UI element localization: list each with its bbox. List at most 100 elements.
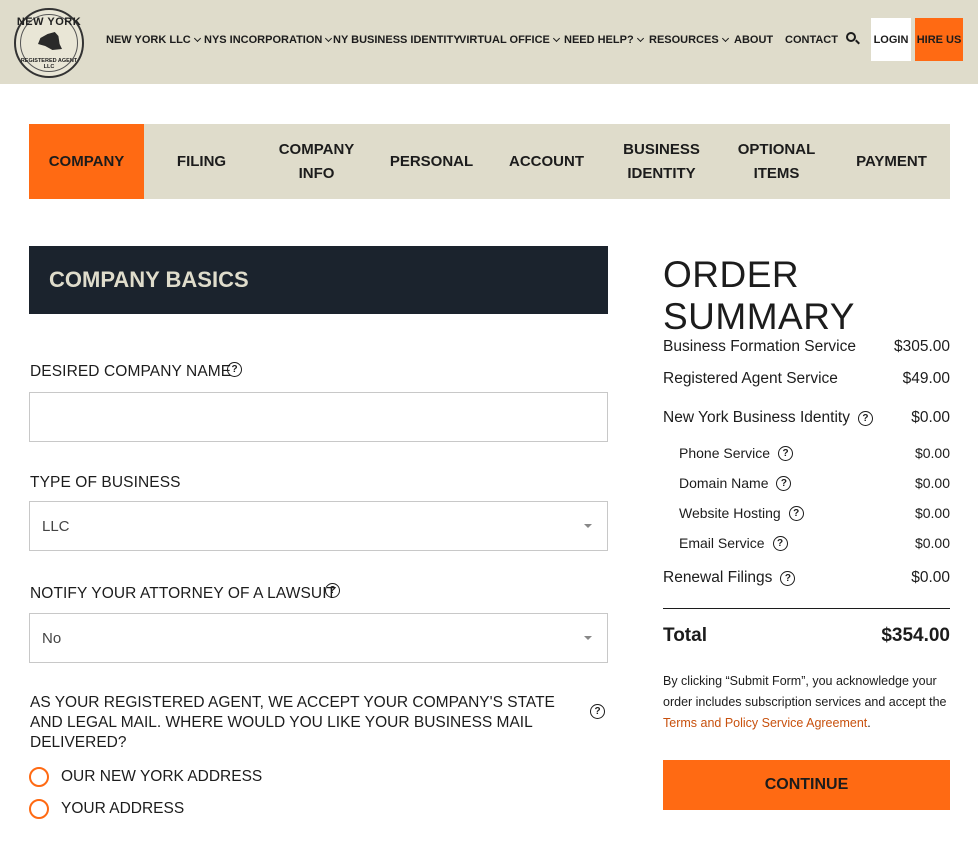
nav-label: NEED HELP? bbox=[564, 34, 634, 46]
chevron-down-icon bbox=[325, 34, 333, 43]
login-button[interactable]: LOGIN bbox=[871, 18, 911, 61]
summary-subrow: Email Service? $0.00 bbox=[679, 533, 950, 553]
summary-item-price: $0.00 bbox=[914, 535, 950, 551]
radio-button[interactable] bbox=[29, 767, 49, 787]
mail-delivery-question: AS YOUR REGISTERED AGENT, WE ACCEPT YOUR… bbox=[30, 694, 555, 751]
nav-resources[interactable]: RESOURCES bbox=[649, 33, 729, 47]
nav-label: ABOUT bbox=[734, 34, 774, 46]
chevron-down-icon bbox=[636, 34, 644, 43]
summary-item-name-wrap: Website Hosting? bbox=[679, 505, 804, 521]
site-header: NEW YORK REGISTERED AGENT LLC NEW YORK L… bbox=[0, 0, 978, 84]
summary-row: New York Business Identity? $0.00 bbox=[663, 408, 950, 428]
radio-label: YOUR ADDRESS bbox=[61, 800, 185, 817]
company-name-input[interactable] bbox=[29, 392, 608, 442]
summary-item-price: $49.00 bbox=[902, 370, 950, 387]
caret-down-icon bbox=[584, 524, 592, 528]
mail-option-your-address[interactable]: YOUR ADDRESS bbox=[29, 799, 184, 819]
nav-label: CONTACT bbox=[785, 34, 838, 46]
mail-option-ny-address[interactable]: OUR NEW YORK ADDRESS bbox=[29, 767, 262, 787]
nav-new-york-llc[interactable]: NEW YORK LLC bbox=[106, 33, 201, 47]
summary-row: Business Formation Service $305.00 bbox=[663, 337, 950, 357]
hire-us-button[interactable]: HIRE US bbox=[915, 18, 963, 61]
summary-item-name: Renewal Filings bbox=[663, 569, 773, 586]
nav-contact[interactable]: CONTACT bbox=[785, 33, 838, 47]
step-payment[interactable]: PAYMENT bbox=[834, 124, 949, 199]
question-circle-icon[interactable]: ? bbox=[780, 570, 796, 586]
summary-item-name: Email Service bbox=[679, 535, 765, 551]
nav-label: VIRTUAL OFFICE bbox=[459, 34, 550, 46]
business-type-select[interactable]: LLC bbox=[29, 501, 608, 551]
logo-text-bottom: REGISTERED AGENT LLC bbox=[20, 58, 78, 70]
step-business-identity[interactable]: BUSINESS IDENTITY bbox=[604, 124, 719, 199]
chevron-down-icon bbox=[193, 34, 201, 43]
nav-virtual-office[interactable]: VIRTUAL OFFICE bbox=[459, 33, 560, 47]
nav-label: NEW YORK LLC bbox=[106, 34, 191, 46]
summary-item-price: $0.00 bbox=[911, 409, 950, 426]
notify-attorney-select[interactable]: No bbox=[29, 613, 608, 663]
summary-item-name-wrap: Domain Name? bbox=[679, 475, 792, 491]
form-steps-bar: COMPANY FILING COMPANY INFO PERSONAL ACC… bbox=[29, 124, 950, 199]
section-header: COMPANY BASICS bbox=[29, 246, 608, 314]
summary-divider bbox=[663, 608, 950, 609]
disclaimer-text: By clicking “Submit Form”, you acknowled… bbox=[663, 674, 947, 709]
question-circle-icon[interactable]: ? bbox=[590, 704, 605, 719]
total-label: Total bbox=[663, 625, 707, 646]
radio-label: OUR NEW YORK ADDRESS bbox=[61, 768, 263, 785]
summary-item-price: $0.00 bbox=[911, 569, 950, 586]
business-type-label: TYPE OF BUSINESS bbox=[30, 474, 181, 491]
order-summary-title: ORDER SUMMARY bbox=[663, 254, 855, 337]
step-personal[interactable]: PERSONAL bbox=[374, 124, 489, 199]
question-circle-icon[interactable]: ? bbox=[788, 505, 804, 521]
disclaimer-end: . bbox=[867, 716, 871, 730]
question-circle-icon[interactable]: ? bbox=[776, 475, 792, 491]
summary-item-price: $0.00 bbox=[914, 445, 950, 461]
nav-label: NY BUSINESS IDENTITY bbox=[333, 34, 461, 46]
nav-label: RESOURCES bbox=[649, 34, 719, 46]
summary-item-name-wrap: Email Service? bbox=[679, 535, 788, 551]
summary-item-name-wrap: Phone Service? bbox=[679, 445, 794, 461]
step-company-info[interactable]: COMPANY INFO bbox=[259, 124, 374, 199]
search-icon[interactable] bbox=[846, 32, 856, 42]
question-circle-icon[interactable]: ? bbox=[227, 362, 242, 377]
summary-row: Registered Agent Service $49.00 bbox=[663, 369, 950, 389]
summary-item-name: Website Hosting bbox=[679, 505, 781, 521]
summary-subrow: Phone Service? $0.00 bbox=[679, 443, 950, 463]
total-value: $354.00 bbox=[881, 625, 950, 646]
business-type-value: LLC bbox=[42, 518, 70, 535]
summary-row: Renewal Filings? $0.00 bbox=[663, 568, 950, 588]
summary-item-name-wrap: New York Business Identity? bbox=[663, 409, 873, 427]
summary-item-price: $0.00 bbox=[914, 505, 950, 521]
summary-item-name-wrap: Renewal Filings? bbox=[663, 569, 796, 587]
caret-down-icon bbox=[584, 636, 592, 640]
step-company[interactable]: COMPANY bbox=[29, 124, 144, 199]
summary-item-name: Business Formation Service bbox=[663, 338, 856, 355]
step-account[interactable]: ACCOUNT bbox=[489, 124, 604, 199]
notify-attorney-value: No bbox=[42, 630, 62, 647]
summary-item-name: Domain Name bbox=[679, 475, 769, 491]
terms-link[interactable]: Terms and Policy Service Agreement bbox=[663, 716, 867, 730]
nav-about[interactable]: ABOUT bbox=[734, 33, 773, 47]
logo[interactable]: NEW YORK REGISTERED AGENT LLC bbox=[14, 8, 84, 78]
continue-button[interactable]: CONTINUE bbox=[663, 760, 950, 810]
summary-subrow: Domain Name? $0.00 bbox=[679, 473, 950, 493]
question-circle-icon[interactable]: ? bbox=[778, 445, 794, 461]
summary-item-name: Registered Agent Service bbox=[663, 370, 838, 387]
step-optional-items[interactable]: OPTIONAL ITEMS bbox=[719, 124, 834, 199]
radio-button[interactable] bbox=[29, 799, 49, 819]
step-filing[interactable]: FILING bbox=[144, 124, 259, 199]
chevron-down-icon bbox=[552, 34, 560, 43]
company-name-label: DESIRED COMPANY NAME bbox=[30, 363, 232, 380]
question-circle-icon[interactable]: ? bbox=[325, 583, 340, 598]
notify-attorney-label: NOTIFY YOUR ATTORNEY OF A LAWSUIT bbox=[30, 585, 337, 602]
summary-item-name: New York Business Identity bbox=[663, 409, 850, 426]
logo-text-top: NEW YORK bbox=[16, 16, 82, 28]
summary-subrow: Website Hosting? $0.00 bbox=[679, 503, 950, 523]
chevron-down-icon bbox=[721, 34, 729, 43]
question-circle-icon[interactable]: ? bbox=[857, 410, 873, 426]
nav-ny-business-identity[interactable]: NY BUSINESS IDENTITY bbox=[333, 33, 461, 47]
question-circle-icon[interactable]: ? bbox=[772, 535, 788, 551]
nav-nys-incorporation[interactable]: NYS INCORPORATION bbox=[204, 33, 333, 47]
nav-need-help[interactable]: NEED HELP? bbox=[564, 33, 644, 47]
nav-label: NYS INCORPORATION bbox=[204, 34, 323, 46]
summary-item-price: $0.00 bbox=[914, 475, 950, 491]
